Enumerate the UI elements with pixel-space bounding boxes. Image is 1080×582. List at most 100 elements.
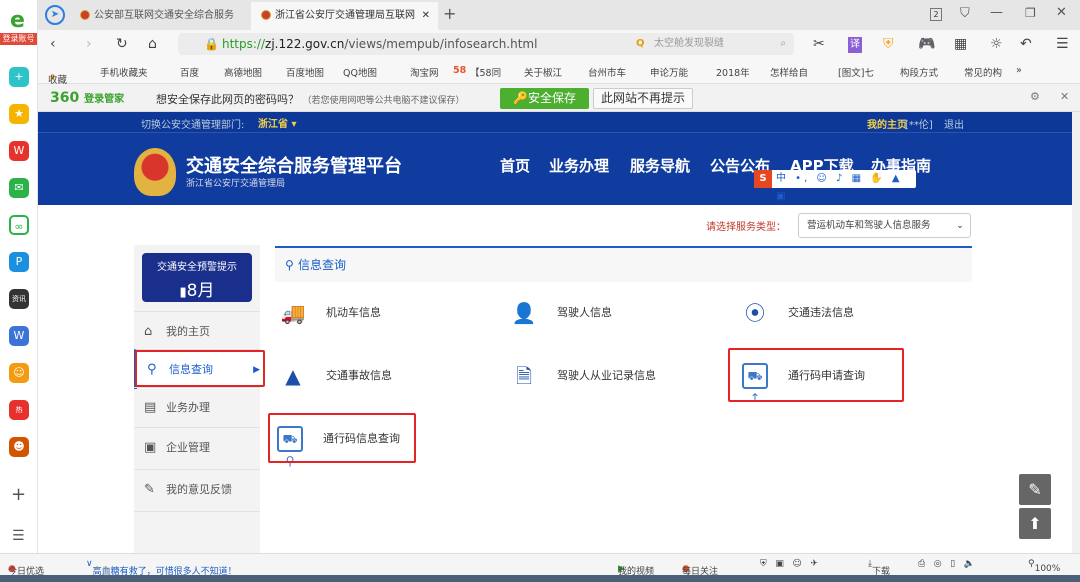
search-icon[interactable]: ⌕ [780, 33, 786, 55]
home-icon[interactable]: ⌂ [148, 36, 157, 52]
item-accident-info[interactable]: ▲ 交通事故信息 [280, 361, 392, 391]
sidebar-item-business[interactable]: ▤ 业务办理 [134, 387, 260, 427]
bookmark-item[interactable]: 怎样给自 [770, 65, 808, 79]
bookmark-item[interactable]: 常见的构 [964, 65, 1002, 79]
shield-icon[interactable]: ⛨ [883, 36, 894, 52]
bookmark-item[interactable]: QQ地图 [343, 65, 377, 79]
sidebar-item-home[interactable]: ⌂ 我的主页 [134, 311, 260, 351]
bookmark-item[interactable]: [图文]七 [838, 65, 874, 79]
password-save-bar: 360 登录管家 想安全保存此网页的密码吗？ （若您使用网吧等公共电脑不建议保存… [38, 84, 1080, 112]
brightness-icon[interactable]: ☼ [990, 36, 1003, 52]
back-to-top-button[interactable]: ⬆ [1019, 508, 1051, 539]
nav-home[interactable]: 首页 [500, 155, 530, 176]
game2-app-icon[interactable]: ☻ [9, 437, 29, 457]
item-vehicle-info[interactable]: 🚚 机动车信息 [280, 298, 381, 328]
360-logo: 360 登录管家 [50, 90, 125, 106]
police-seal-icon [261, 10, 271, 20]
police-emblem-logo [134, 148, 176, 196]
service-type-select[interactable]: 营运机动车和驾驶人信息服务 ⌄ [798, 213, 971, 238]
close-bar-icon[interactable]: ✕ [1060, 90, 1069, 103]
download-button[interactable]: ⤓ 下载 [868, 559, 890, 577]
tab-count-badge[interactable]: 2 [930, 8, 942, 21]
tab-1[interactable]: 公安部互联网交通安全综合服务 [70, 2, 245, 30]
highlight-box [728, 348, 904, 402]
never-remind-button[interactable]: 此网站不再提示 [593, 88, 693, 109]
sidebar-item-feedback[interactable]: ✎ 我的意见反馈 [134, 469, 260, 509]
game-app-icon[interactable]: ☺ [9, 363, 29, 383]
bookmark-item[interactable]: 构段方式 [900, 65, 938, 79]
ime-toolbar[interactable]: S中 •, ☺ ♪ ▦ ✋ ▲ ▣ [754, 170, 916, 202]
dept-switcher[interactable]: 浙江省 ▾ [258, 115, 297, 130]
zoom-level[interactable]: ⚲ 100% [1028, 559, 1060, 574]
bookmark-item[interactable]: 台州市车 [588, 65, 626, 79]
safety-warning-banner[interactable]: 交通安全预警提示 ▮8月 [142, 253, 252, 302]
bookmark-item[interactable]: 高德地图 [224, 65, 262, 79]
bookmark-more[interactable]: » [1016, 65, 1022, 76]
site-sidebar: 交通安全预警提示 ▮8月 ⌂ 我的主页 ⚲ 信息查询 ▶ ▤ 业务办理 ▣ 企业管理 ✎ 我… [134, 245, 260, 553]
status-icons[interactable]: ⛨ ▣ ☺ ✈ [760, 559, 818, 569]
game-icon[interactable]: 🎮 [918, 36, 935, 52]
tab-2[interactable]: 浙江省公安厅交通管理局互联网 ✕ [251, 2, 438, 30]
link-icon[interactable]: ∞ [9, 215, 29, 235]
bookmark-item[interactable]: 58 [453, 65, 466, 76]
forward-icon[interactable]: › [86, 36, 92, 52]
item-driver-record[interactable]: 🗎 驾驶人从业记录信息 [511, 361, 656, 391]
scissors-icon[interactable]: ✂ [813, 36, 825, 52]
plus-app-icon[interactable]: + [9, 67, 29, 87]
apps-grid-icon[interactable]: ▦ [954, 36, 967, 52]
my-home-link[interactable]: 我的主页 [867, 116, 907, 131]
calendar-icon: ▮ [179, 285, 187, 300]
settings-icon[interactable]: ⚙ [1030, 90, 1040, 103]
close-tab-icon[interactable]: ✕ [422, 2, 430, 30]
news-app-icon[interactable]: 热 [9, 400, 29, 420]
close-window-icon[interactable]: ✕ [1056, 5, 1067, 20]
status-icons-2[interactable]: ⎙ ◎ ▯ 🔈 [918, 559, 975, 569]
p-app-icon[interactable]: P [9, 252, 29, 272]
menu-icon[interactable]: ☰ [1056, 36, 1069, 52]
bookmark-item[interactable]: 手机收藏夹 [100, 65, 148, 79]
site-title: 交通安全综合服务管理平台 [186, 156, 402, 177]
list-icon[interactable]: ☰ [12, 528, 25, 544]
bookmark-item[interactable]: 百度地图 [286, 65, 324, 79]
bookmark-item[interactable]: 申论万能 [650, 65, 688, 79]
skin-icon[interactable]: ⛉ [960, 6, 970, 21]
reload-icon[interactable]: ↻ [116, 36, 128, 52]
section-header: ⚲ 信息查询 [275, 246, 972, 282]
news-ticker[interactable]: ∨ 高血糖有救了，可惜很多人不知道！ 广告 [86, 559, 237, 577]
warning-icon: ▲ [285, 364, 301, 388]
undo-icon[interactable]: ↶ [1020, 36, 1032, 52]
nav-business[interactable]: 业务办理 [549, 155, 609, 176]
item-violation-info[interactable]: ⦿ 交通违法信息 [742, 298, 854, 328]
search-input[interactable]: Q 太空舱发现裂缝 ⌕ [630, 33, 794, 55]
sidebar-item-enterprise[interactable]: ▣ 企业管理 [134, 427, 260, 467]
star-icon[interactable]: ★ [9, 104, 29, 124]
logout-link[interactable]: 退出 [944, 116, 964, 131]
translate-icon[interactable]: 译 [848, 37, 862, 53]
feedback-icon: ✎ [144, 482, 155, 497]
url-input[interactable]: 🔒 https://zj.122.gov.cn/views/mempub/info… [178, 33, 668, 55]
lock-icon: 🔒 [204, 37, 219, 51]
app-icon[interactable]: 资讯 [9, 289, 29, 309]
save-password-button[interactable]: 🔑安全保存 [500, 88, 589, 109]
new-tab-icon[interactable]: + [443, 4, 456, 23]
doc-app-icon[interactable]: W [9, 326, 29, 346]
edit-float-button[interactable]: ✎ [1019, 474, 1051, 505]
login-account-button[interactable]: 登录账号 [0, 33, 37, 45]
key-icon: 🔑 [513, 91, 528, 105]
weibo-icon[interactable]: W [9, 141, 29, 161]
bookmark-item[interactable]: 淘宝网 [410, 65, 439, 79]
back-icon[interactable]: ‹ [50, 36, 56, 52]
page-scrollbar[interactable] [1072, 112, 1080, 553]
bookmark-item[interactable]: 关于椒江 [524, 65, 562, 79]
bookmark-item[interactable]: 【58同 [470, 65, 501, 79]
add-icon[interactable]: + [11, 484, 26, 505]
bookmark-item[interactable]: 2018年 [716, 65, 750, 79]
nav-service-guide[interactable]: 服务导航 [630, 155, 690, 176]
minimize-icon[interactable]: — [990, 5, 1003, 20]
restore-icon[interactable]: ❐ [1025, 6, 1036, 20]
item-driver-info[interactable]: 👤 驾驶人信息 [511, 298, 612, 328]
chevron-down-icon: ⌄ [956, 220, 964, 231]
mail-icon[interactable]: ✉ [9, 178, 29, 198]
bookmark-item[interactable]: 百度 [180, 65, 199, 79]
navigate-icon[interactable]: ➤ [45, 5, 65, 25]
